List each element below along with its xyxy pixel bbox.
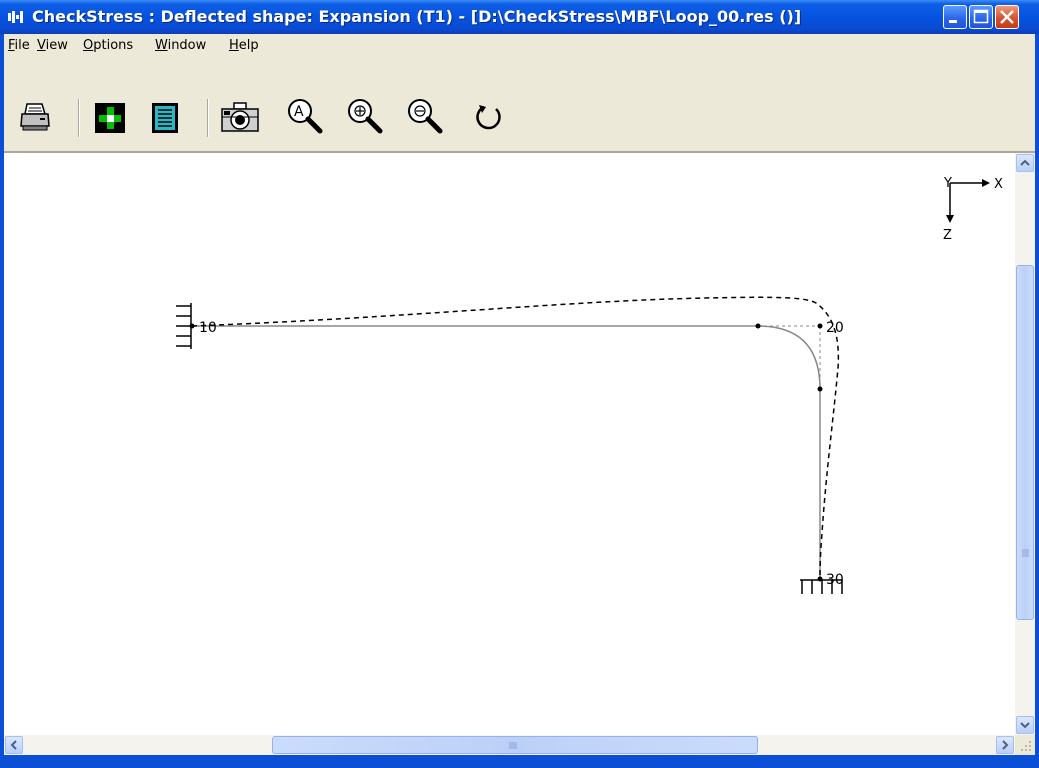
node-view-icon[interactable]	[93, 101, 127, 135]
chevron-right-icon	[1002, 740, 1009, 750]
minimize-icon	[949, 20, 957, 23]
axis-z-label: Z	[943, 228, 952, 243]
horizontal-scrollbar[interactable]	[4, 735, 1015, 755]
zoom-all-icon[interactable]: A	[285, 97, 325, 135]
scroll-right-button[interactable]	[996, 736, 1014, 754]
minimize-button[interactable]	[943, 5, 967, 29]
chevron-up-icon	[1020, 159, 1030, 166]
toolbar-separator	[78, 99, 80, 137]
node-point	[189, 323, 195, 329]
menu-view[interactable]: View	[37, 38, 68, 53]
svg-text:A: A	[294, 104, 304, 120]
menu-file[interactable]: File	[8, 38, 30, 53]
menu-bar: File View Options Window Help	[4, 34, 1035, 57]
grip-icon	[509, 742, 517, 749]
zoom-in-icon[interactable]	[345, 97, 385, 135]
node-label-20: 20	[826, 320, 844, 336]
node-label-30: 30	[826, 572, 844, 588]
node-label-10: 10	[199, 320, 217, 336]
axis-triad: X Y Z	[943, 176, 1003, 243]
print-icon[interactable]	[18, 100, 52, 134]
anchor-node-10	[176, 303, 192, 349]
original-pipe	[192, 325, 821, 579]
window-title: CheckStress : Deflected shape: Expansion…	[32, 7, 802, 26]
drawing-canvas[interactable]: X Y Z 10 20 30	[4, 153, 1015, 735]
maximize-button[interactable]	[969, 5, 993, 29]
maximize-icon	[973, 9, 989, 24]
size-grip[interactable]	[1015, 735, 1035, 755]
zoom-out-icon[interactable]	[405, 97, 445, 135]
bend-end-point	[817, 386, 823, 392]
app-window: CheckStress : Deflected shape: Expansion…	[0, 0, 1039, 768]
camera-icon[interactable]	[220, 101, 260, 135]
scroll-down-button[interactable]	[1016, 716, 1034, 734]
checkstress-app-icon[interactable]	[8, 10, 24, 24]
deflected-shape	[191, 296, 840, 580]
toolbar-separator	[207, 99, 209, 137]
menu-options[interactable]: Options	[83, 38, 133, 53]
scroll-up-button[interactable]	[1016, 154, 1034, 172]
bend-start-point	[755, 323, 761, 329]
resize-grip-icon	[1021, 741, 1031, 751]
window-frame-bottom	[0, 755, 1039, 768]
title-bar[interactable]: CheckStress : Deflected shape: Expansion…	[0, 0, 1039, 34]
report-icon[interactable]	[148, 101, 182, 135]
piping-drawing[interactable]: X Y Z 10 20 30	[4, 153, 1015, 735]
chevron-left-icon	[10, 740, 17, 750]
node-point	[817, 323, 823, 329]
axis-x-label: X	[994, 177, 1003, 192]
menu-window[interactable]: Window	[155, 38, 206, 53]
menu-help[interactable]: Help	[229, 38, 259, 53]
chevron-down-icon	[1020, 722, 1030, 729]
vertical-scrollbar[interactable]	[1015, 153, 1035, 735]
node-point	[817, 576, 823, 582]
redraw-icon[interactable]	[472, 101, 506, 135]
horizontal-scroll-thumb[interactable]	[272, 736, 758, 754]
close-button[interactable]	[995, 5, 1019, 29]
grip-icon	[1022, 549, 1029, 557]
vertical-scroll-thumb[interactable]	[1016, 265, 1034, 620]
scroll-left-button[interactable]	[5, 736, 23, 754]
axis-y-label: Y	[943, 176, 952, 191]
toolbar: A	[4, 57, 1035, 153]
close-icon	[1000, 10, 1014, 24]
